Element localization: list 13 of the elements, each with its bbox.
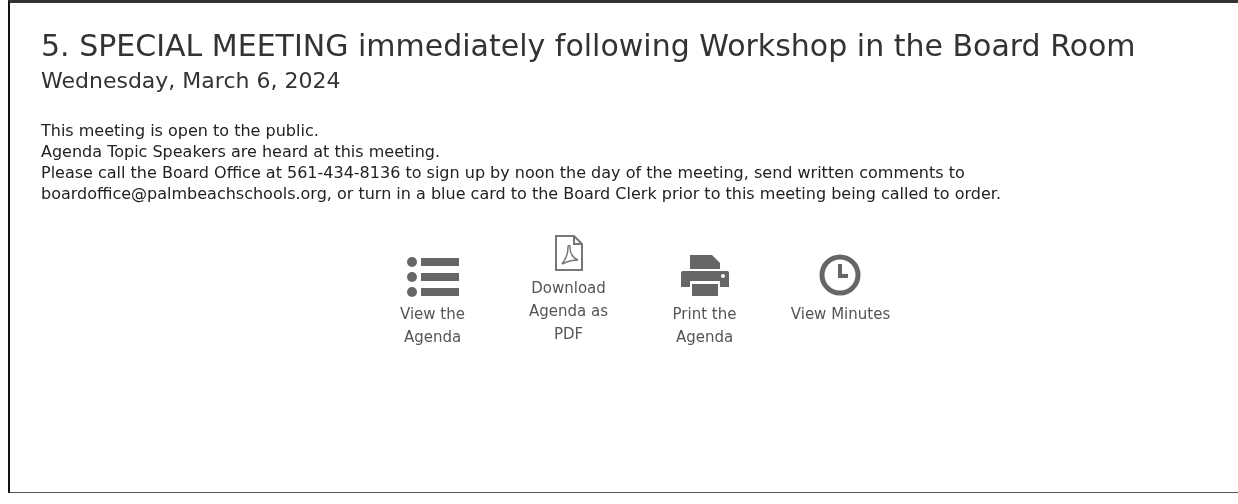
printer-icon (679, 253, 730, 297)
view-minutes-link[interactable]: View Minutes (790, 245, 891, 326)
meeting-title: 5. SPECIAL MEETING immediately following Workshop in the Board Room (41, 27, 1137, 65)
notice-text: This meeting is open to the public. (41, 120, 320, 141)
notice-text: Agenda Topic Speakers are heard at this meeting. (41, 141, 442, 162)
view-agenda-link[interactable]: View the Agenda (377, 245, 488, 349)
download-pdf-link[interactable]: Download Agenda as PDF (513, 235, 624, 346)
list-icon (406, 257, 459, 297)
meeting-date: Wednesday, March 6, 2024 (41, 67, 342, 95)
notice-text: Please call the Board Office at 561-434-8136 to sign up by noon the day of the meeting, send written comments to boardoffice@palmbeachschools.org, or turn in a blue card to the Board Clerk prior to this meeting being called to order. (41, 162, 1002, 204)
pdf-file-icon (553, 235, 584, 271)
print-agenda-link[interactable]: Print the Agenda (649, 245, 760, 349)
clock-icon (818, 253, 863, 297)
